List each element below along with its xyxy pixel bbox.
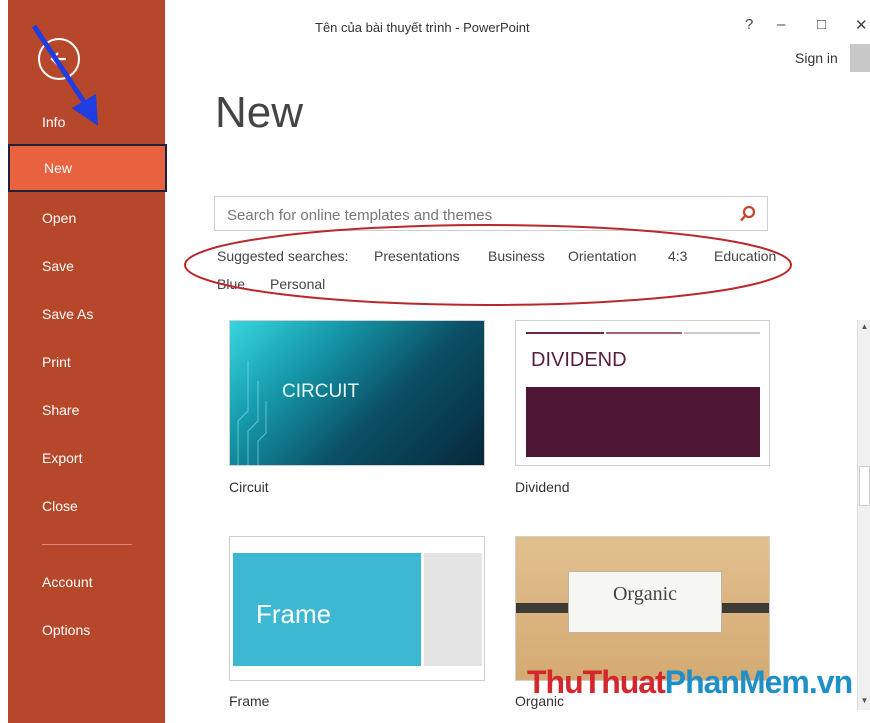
template-thumbnail[interactable]: Organic — [515, 536, 770, 681]
template-thumbnail[interactable]: Frame — [229, 536, 485, 681]
nav-account[interactable]: Account — [8, 560, 165, 604]
template-search-box — [214, 196, 768, 231]
template-thumbnail[interactable]: CIRCUIT — [229, 320, 485, 466]
suggest-link-personal[interactable]: Personal — [270, 276, 325, 292]
thumbnail-title: DIVIDEND — [531, 349, 627, 371]
template-search-input[interactable] — [225, 203, 729, 227]
watermark-logo: ThuThuatPhanMem.vn — [527, 664, 853, 701]
help-button[interactable]: ? — [745, 16, 753, 33]
nav-close[interactable]: Close — [8, 484, 165, 528]
scroll-down-icon[interactable]: ▼ — [858, 694, 870, 708]
maximize-button[interactable]: □ — [817, 16, 826, 33]
nav-save-as[interactable]: Save As — [8, 292, 165, 336]
nav-save[interactable]: Save — [8, 244, 165, 288]
nav-open[interactable]: Open — [8, 196, 165, 240]
nav-print[interactable]: Print — [8, 340, 165, 384]
watermark-part2: PhanMem.vn — [664, 664, 853, 700]
thumbnail-title: Organic — [612, 583, 678, 605]
suggest-link-blue[interactable]: Blue — [217, 276, 245, 292]
watermark-part1: ThuThuat — [527, 664, 666, 700]
sign-in-link[interactable]: Sign in — [795, 50, 838, 66]
suggest-link-business[interactable]: Business — [488, 248, 545, 264]
backstage-sidebar: Info New Open Save Save As Print Share E… — [8, 0, 167, 723]
page-title: New — [215, 88, 304, 137]
template-name: Frame — [229, 693, 270, 709]
nav-info[interactable]: Info — [8, 100, 165, 144]
thumbnail-title: CIRCUIT — [282, 381, 360, 402]
powerpoint-backstage: Info New Open Save Save As Print Share E… — [0, 0, 870, 723]
nav-share[interactable]: Share — [8, 388, 165, 432]
thumbnail-title: Frame — [256, 599, 332, 629]
title-bar: Tên của bài thuyết trình - PowerPoint ? … — [165, 0, 870, 72]
back-button[interactable] — [38, 38, 80, 80]
nav-export[interactable]: Export — [8, 436, 165, 480]
suggest-link-4-3[interactable]: 4:3 — [668, 248, 687, 264]
scroll-up-icon[interactable]: ▲ — [858, 320, 870, 334]
scroll-thumb[interactable] — [859, 466, 870, 506]
back-arrow-icon — [50, 52, 66, 66]
template-name: Circuit — [229, 479, 269, 495]
suggest-link-presentations[interactable]: Presentations — [374, 248, 460, 264]
close-button[interactable]: ✕ — [855, 16, 868, 34]
nav-options[interactable]: Options — [8, 608, 165, 652]
minimize-button[interactable]: – — [777, 16, 785, 33]
annotation-ellipse-icon — [184, 224, 792, 306]
suggested-searches-label: Suggested searches: — [217, 248, 349, 264]
template-name: Dividend — [515, 479, 570, 495]
nav-new[interactable]: New — [8, 144, 167, 192]
templates-scrollbar[interactable]: ▲ ▼ — [857, 320, 870, 710]
user-avatar-icon[interactable] — [850, 44, 870, 72]
nav-divider — [42, 544, 132, 545]
template-thumbnail[interactable]: DIVIDEND — [515, 320, 770, 466]
window-title: Tên của bài thuyết trình - PowerPoint — [315, 20, 530, 35]
suggest-link-orientation[interactable]: Orientation — [568, 248, 636, 264]
suggest-link-education[interactable]: Education — [714, 248, 776, 264]
search-icon[interactable] — [739, 205, 757, 223]
